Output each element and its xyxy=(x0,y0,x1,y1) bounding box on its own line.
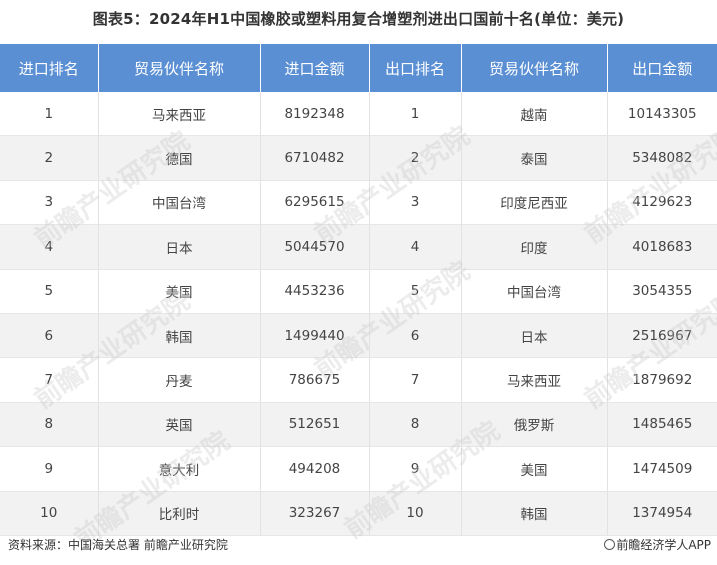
import-amount-cell: 5044570 xyxy=(260,224,370,270)
import-partner-cell: 意大利 xyxy=(98,446,261,492)
brand-text: 前瞻经济学人APP xyxy=(616,538,711,552)
table-row: 10 比利时 323267 10 韩国 1374954 xyxy=(0,491,717,536)
export-partner-cell: 印度尼西亚 xyxy=(461,180,608,226)
export-rank-cell: 4 xyxy=(369,224,462,270)
import-rank-cell: 1 xyxy=(0,92,99,137)
import-amount-cell: 786675 xyxy=(260,357,370,403)
export-amount-cell: 1474509 xyxy=(607,446,717,492)
export-partner-cell: 印度 xyxy=(461,224,608,270)
export-amount-cell: 4018683 xyxy=(607,224,717,270)
export-partner-cell: 韩国 xyxy=(461,491,608,536)
import-amount-cell: 8192348 xyxy=(260,92,370,137)
export-amount-cell: 10143305 xyxy=(607,92,717,137)
import-rank-cell: 8 xyxy=(0,402,99,448)
import-partner-cell: 美国 xyxy=(98,269,261,314)
chart-title: 图表5：2024年H1中国橡胶或塑料用复合增塑剂进出口国前十名(单位：美元) xyxy=(92,10,625,28)
export-rank-cell: 7 xyxy=(369,357,462,403)
export-rank-cell: 8 xyxy=(369,402,462,448)
import-rank-cell: 9 xyxy=(0,446,99,492)
import-partner-cell: 韩国 xyxy=(98,313,261,359)
import-partner-cell: 英国 xyxy=(98,402,261,448)
import-amount-cell: 6295615 xyxy=(260,180,370,226)
import-partner-cell: 马来西亚 xyxy=(98,92,261,137)
import-amount-cell: 323267 xyxy=(260,491,370,536)
table-header-row: 进口排名 贸易伙伴名称 进口金额 出口排名 贸易伙伴名称 出口金额 xyxy=(0,44,717,92)
table-row: 8 英国 512651 8 俄罗斯 1485465 xyxy=(0,402,717,448)
export-partner-cell: 马来西亚 xyxy=(461,357,608,403)
export-rank-cell: 5 xyxy=(369,269,462,314)
export-amount-cell: 1879692 xyxy=(607,357,717,403)
import-amount-cell: 6710482 xyxy=(260,135,370,181)
import-partner-cell: 丹麦 xyxy=(98,357,261,403)
footer: 资料来源：中国海关总署 前瞻产业研究院 前瞻经济学人APP xyxy=(8,535,711,555)
header-import-rank: 进口排名 xyxy=(0,44,99,92)
import-rank-cell: 4 xyxy=(0,224,99,270)
table-row: 6 韩国 1499440 6 日本 2516967 xyxy=(0,313,717,359)
export-amount-cell: 3054355 xyxy=(607,269,717,314)
import-rank-cell: 3 xyxy=(0,180,99,226)
import-amount-cell: 4453236 xyxy=(260,269,370,314)
import-rank-cell: 5 xyxy=(0,269,99,314)
export-amount-cell: 4129623 xyxy=(607,180,717,226)
header-export-amount: 出口金额 xyxy=(607,44,717,92)
export-partner-cell: 俄罗斯 xyxy=(461,402,608,448)
header-import-amount: 进口金额 xyxy=(260,44,370,92)
export-rank-cell: 3 xyxy=(369,180,462,226)
import-partner-cell: 日本 xyxy=(98,224,261,270)
export-amount-cell: 1374954 xyxy=(607,491,717,536)
import-rank-cell: 10 xyxy=(0,491,99,536)
import-amount-cell: 494208 xyxy=(260,446,370,492)
table-row: 3 中国台湾 6295615 3 印度尼西亚 4129623 xyxy=(0,180,717,226)
import-partner-cell: 德国 xyxy=(98,135,261,181)
export-rank-cell: 2 xyxy=(369,135,462,181)
export-rank-cell: 10 xyxy=(369,491,462,536)
import-rank-cell: 7 xyxy=(0,357,99,403)
table-row: 7 丹麦 786675 7 马来西亚 1879692 xyxy=(0,357,717,403)
table-row: 1 马来西亚 8192348 1 越南 10143305 xyxy=(0,92,717,137)
import-rank-cell: 2 xyxy=(0,135,99,181)
import-partner-cell: 中国台湾 xyxy=(98,180,261,226)
export-amount-cell: 2516967 xyxy=(607,313,717,359)
source-note: 资料来源：中国海关总署 前瞻产业研究院 xyxy=(8,538,228,552)
trade-partners-table: 进口排名 贸易伙伴名称 进口金额 出口排名 贸易伙伴名称 出口金额 1 马来西亚… xyxy=(0,44,717,536)
brand-logo-icon xyxy=(604,539,616,550)
export-partner-cell: 日本 xyxy=(461,313,608,359)
header-export-rank: 出口排名 xyxy=(369,44,462,92)
import-amount-cell: 1499440 xyxy=(260,313,370,359)
brand-label: 前瞻经济学人APP xyxy=(604,535,711,555)
table-row: 2 德国 6710482 2 泰国 5348082 xyxy=(0,135,717,181)
export-partner-cell: 美国 xyxy=(461,446,608,492)
export-rank-cell: 1 xyxy=(369,92,462,137)
export-partner-cell: 越南 xyxy=(461,92,608,137)
header-export-partner: 贸易伙伴名称 xyxy=(461,44,608,92)
export-amount-cell: 5348082 xyxy=(607,135,717,181)
header-import-partner: 贸易伙伴名称 xyxy=(98,44,261,92)
export-rank-cell: 9 xyxy=(369,446,462,492)
table-row: 4 日本 5044570 4 印度 4018683 xyxy=(0,224,717,270)
table-row: 9 意大利 494208 9 美国 1474509 xyxy=(0,446,717,492)
export-partner-cell: 中国台湾 xyxy=(461,269,608,314)
import-rank-cell: 6 xyxy=(0,313,99,359)
import-partner-cell: 比利时 xyxy=(98,491,261,536)
import-amount-cell: 512651 xyxy=(260,402,370,448)
table-row: 5 美国 4453236 5 中国台湾 3054355 xyxy=(0,269,717,314)
export-rank-cell: 6 xyxy=(369,313,462,359)
export-partner-cell: 泰国 xyxy=(461,135,608,181)
export-amount-cell: 1485465 xyxy=(607,402,717,448)
